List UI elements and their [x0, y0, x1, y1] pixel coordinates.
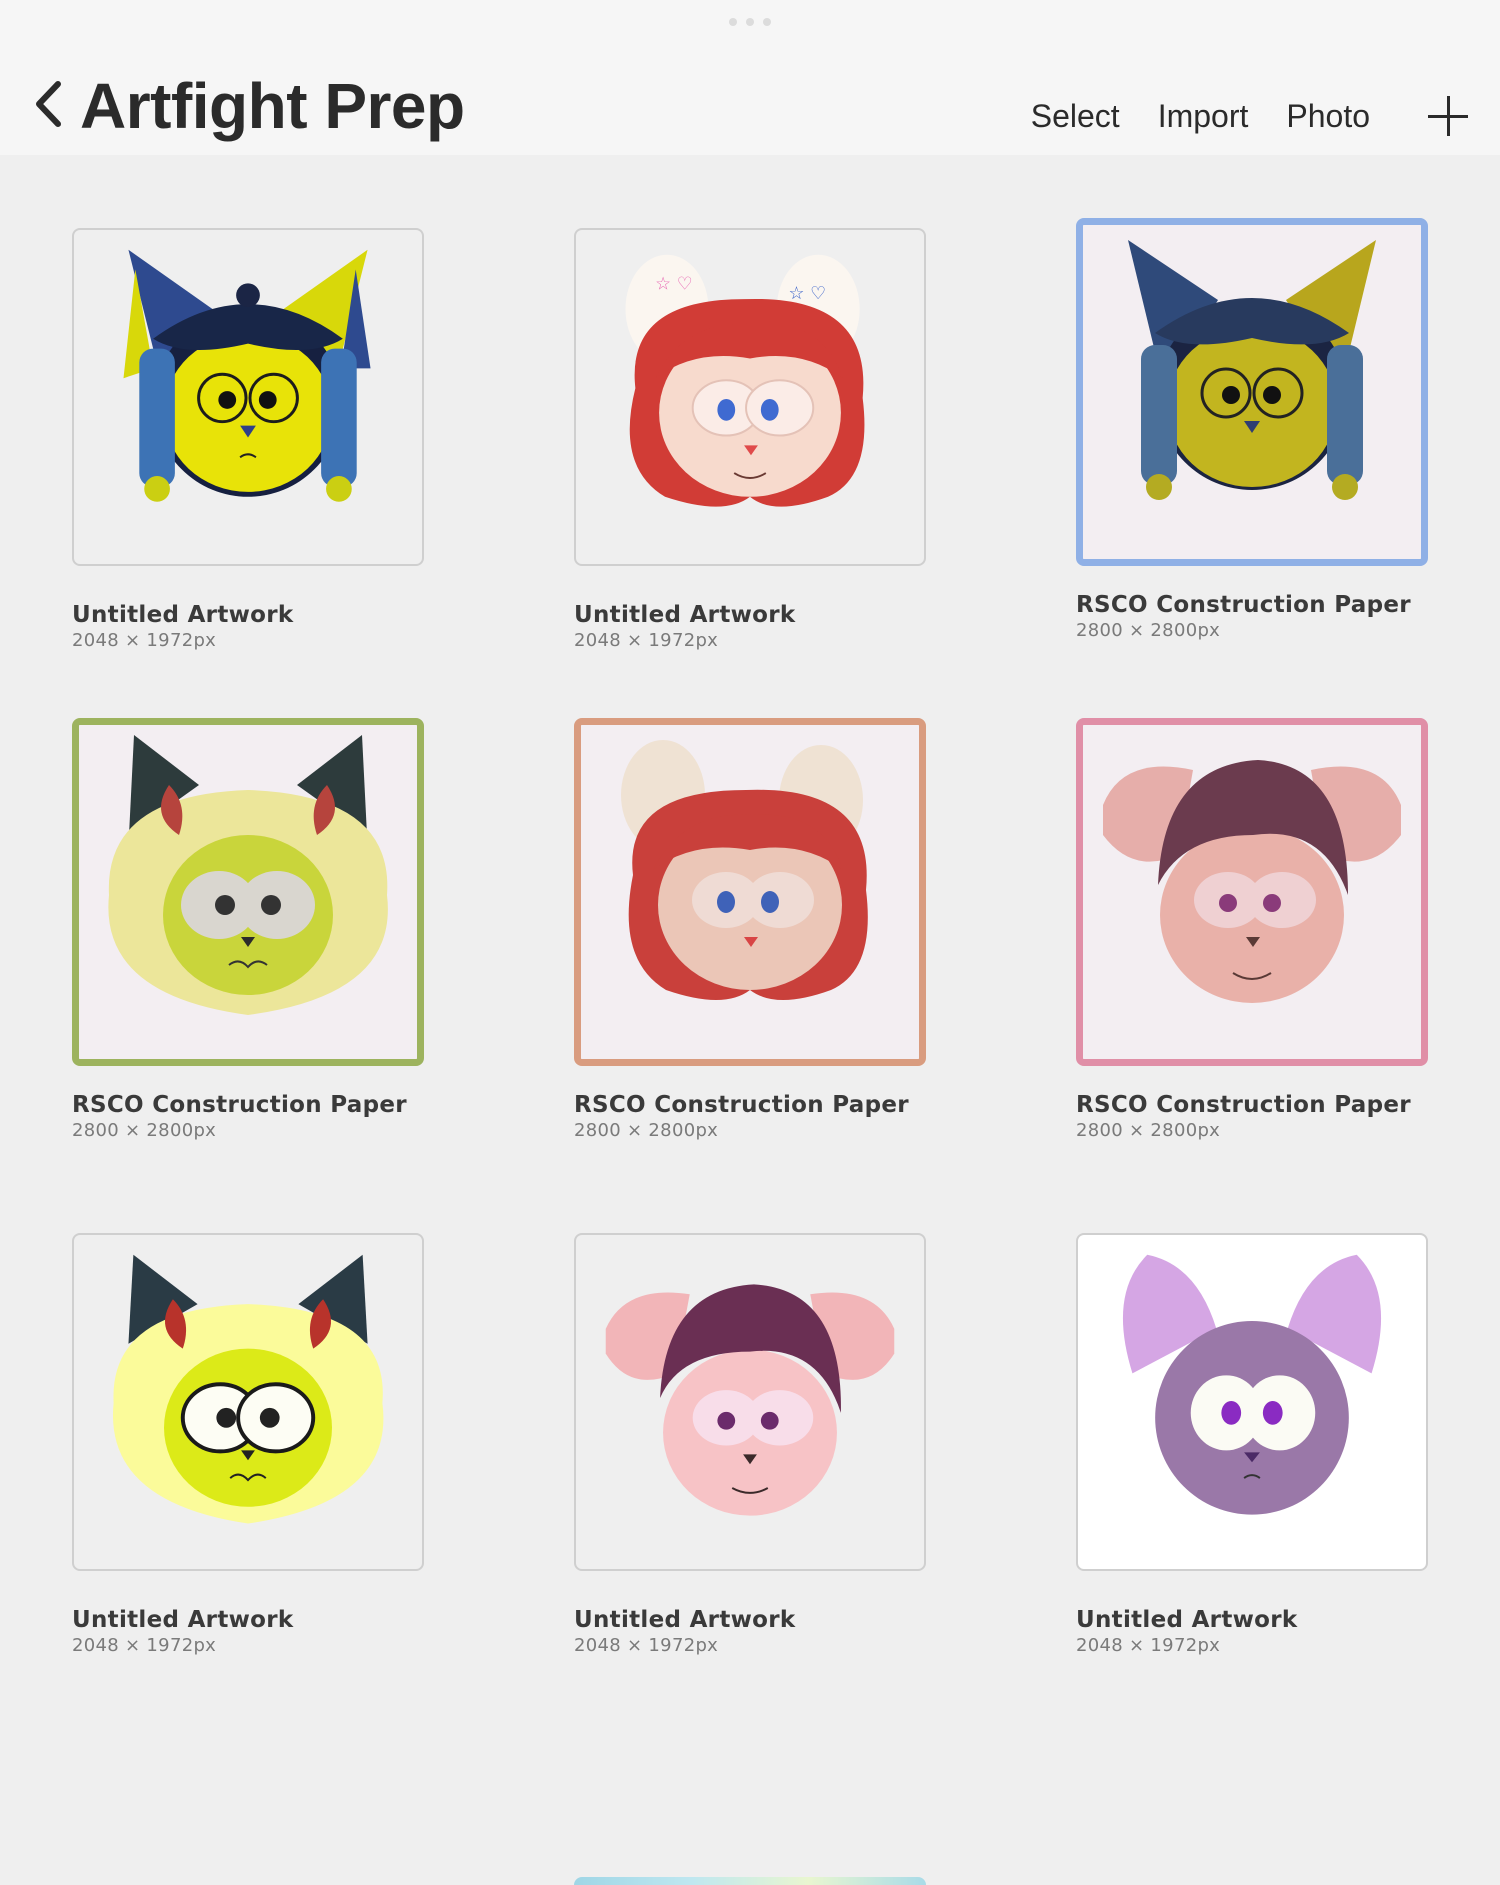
- artwork-dimensions: 2048 × 1972px: [72, 630, 217, 651]
- artwork-dimensions: 2048 × 1972px: [574, 1635, 719, 1656]
- paper-redhead-character-artwork: [581, 725, 919, 1059]
- artwork-dimensions: 2800 × 2800px: [72, 1120, 217, 1141]
- artwork-title: Untitled Artwork: [72, 602, 294, 628]
- artwork-dimensions: 2048 × 1972px: [574, 630, 719, 651]
- artwork-dimensions: 2800 × 2800px: [1076, 620, 1221, 641]
- artwork-thumbnail[interactable]: [1076, 1233, 1428, 1571]
- artwork-title: RSCO Construction Paper: [1076, 592, 1411, 618]
- artwork-card[interactable]: RSCO Construction Paper 2800 × 2800px: [1076, 718, 1428, 1141]
- artwork-card[interactable]: Untitled Artwork 2048 × 1972px: [1076, 1233, 1428, 1656]
- paper-cat-character-artwork: [1083, 225, 1421, 559]
- artwork-thumbnail[interactable]: [72, 1233, 424, 1571]
- artwork-dimensions: 2048 × 1972px: [72, 1635, 217, 1656]
- artwork-card[interactable]: ☆ ♡ ☆ ♡ Untitled Artwork 2048 × 1972px: [574, 228, 926, 651]
- artwork-thumbnail[interactable]: [72, 718, 424, 1066]
- paper-demon-character-artwork: [79, 725, 417, 1059]
- redhead-character-artwork: ☆ ♡ ☆ ♡: [625, 254, 865, 507]
- artwork-card[interactable]: Untitled Artwork 2048 × 1972px: [574, 1233, 926, 1656]
- paper-dog-character-artwork: [1083, 725, 1421, 1059]
- artwork-thumbnail[interactable]: ☆ ♡ ☆ ♡: [574, 228, 926, 566]
- artwork-title: RSCO Construction Paper: [1076, 1092, 1411, 1118]
- artwork-card[interactable]: RSCO Construction Paper 2800 × 2800px: [574, 718, 926, 1141]
- artwork-card[interactable]: RSCO Construction Paper 2800 × 2800px: [1076, 218, 1428, 641]
- artwork-gallery: Untitled Artwork 2048 × 1972px ☆ ♡ ☆ ♡ U…: [0, 0, 1500, 1885]
- artwork-title: Untitled Artwork: [72, 1607, 294, 1633]
- demon-character-artwork: [112, 1254, 384, 1524]
- dog-character-artwork: [605, 1284, 895, 1516]
- artwork-dimensions: 2800 × 2800px: [1076, 1120, 1221, 1141]
- artwork-thumbnail[interactable]: [1076, 718, 1428, 1066]
- artwork-dimensions: 2048 × 1972px: [1076, 1635, 1221, 1656]
- svg-text:☆ ♡: ☆ ♡: [789, 283, 827, 304]
- artwork-thumbnail[interactable]: [1076, 218, 1428, 566]
- cat-character-artwork: [123, 249, 371, 502]
- artwork-thumbnail[interactable]: [574, 718, 926, 1066]
- artwork-title: Untitled Artwork: [574, 1607, 796, 1633]
- artwork-thumbnail[interactable]: [574, 1233, 926, 1571]
- artwork-dimensions: 2800 × 2800px: [574, 1120, 719, 1141]
- artwork-card[interactable]: Untitled Artwork 2048 × 1972px: [72, 1233, 424, 1656]
- artwork-card[interactable]: RSCO Construction Paper 2800 × 2800px: [72, 718, 424, 1141]
- artwork-title: RSCO Construction Paper: [72, 1092, 407, 1118]
- bat-character-artwork: [1122, 1254, 1382, 1515]
- artwork-title: Untitled Artwork: [574, 602, 796, 628]
- partially-visible-artwork-thumbnail[interactable]: [574, 1877, 926, 1885]
- artwork-title: Untitled Artwork: [1076, 1607, 1298, 1633]
- artwork-card[interactable]: Untitled Artwork 2048 × 1972px: [72, 228, 424, 651]
- artwork-title: RSCO Construction Paper: [574, 1092, 909, 1118]
- artwork-thumbnail[interactable]: [72, 228, 424, 566]
- svg-text:☆ ♡: ☆ ♡: [655, 273, 693, 294]
